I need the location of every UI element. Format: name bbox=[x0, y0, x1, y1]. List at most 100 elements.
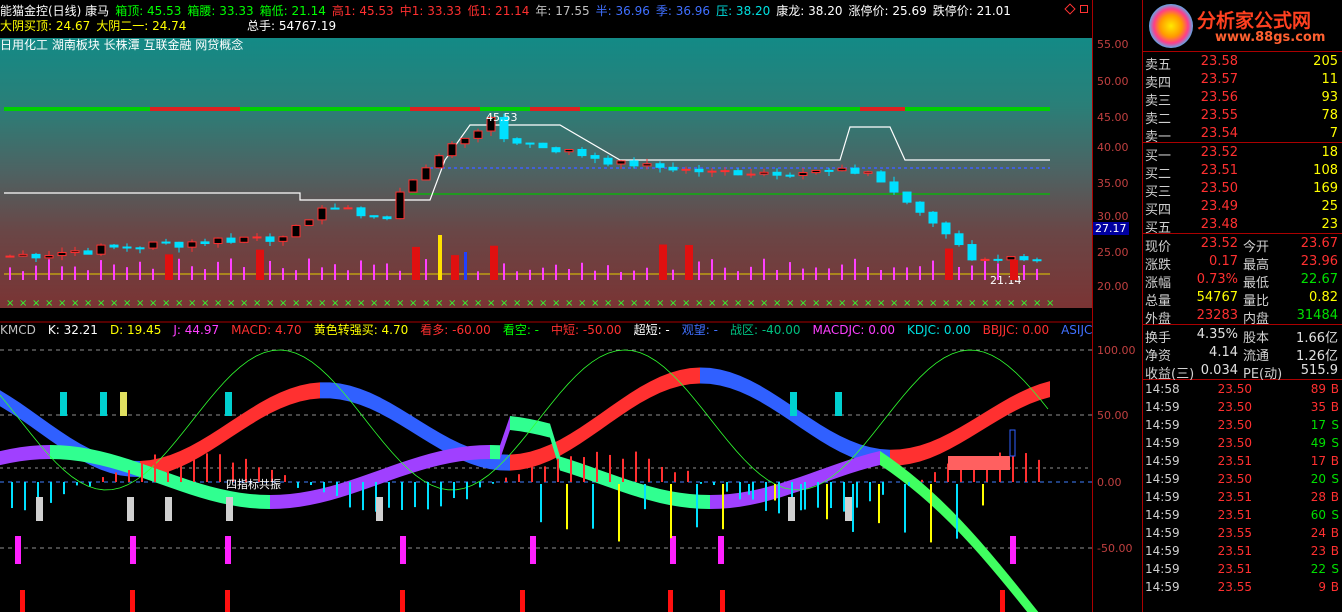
candle-body bbox=[1019, 256, 1029, 261]
volume-bar bbox=[412, 246, 420, 280]
tick-time: 14:59 bbox=[1145, 526, 1180, 540]
tick-row[interactable]: 14:59 23.55 9 B bbox=[1143, 578, 1342, 596]
order-row[interactable]: 卖一 23.54 7 bbox=[1143, 124, 1342, 145]
order-volume: 93 bbox=[1321, 90, 1338, 105]
macd-band bbox=[0, 448, 10, 466]
macd-bar bbox=[50, 482, 52, 503]
x-mark: × bbox=[929, 298, 937, 309]
indicator-value: 战区: -40.00 bbox=[729, 323, 801, 337]
candle-body bbox=[109, 244, 119, 248]
kd-band bbox=[600, 407, 610, 431]
macd-band bbox=[30, 445, 40, 461]
x-mark: × bbox=[396, 298, 404, 309]
kd-band bbox=[520, 451, 530, 470]
macd-bar bbox=[336, 482, 338, 497]
kd-band bbox=[810, 418, 820, 441]
tick-row[interactable]: 14:59 23.50 35 B bbox=[1143, 398, 1342, 416]
kd-band bbox=[500, 454, 510, 471]
volume-bar bbox=[334, 264, 336, 280]
order-row[interactable]: 卖三 23.56 93 bbox=[1143, 88, 1342, 109]
candle-body bbox=[161, 241, 171, 244]
macd-bar bbox=[609, 454, 611, 482]
order-row[interactable]: 买五 23.48 23 bbox=[1143, 215, 1342, 236]
candle-body bbox=[525, 142, 535, 145]
x-mark: × bbox=[526, 298, 534, 309]
tick-row[interactable]: 14:58 23.50 89 B bbox=[1143, 380, 1342, 398]
order-row[interactable]: 买三 23.50 169 bbox=[1143, 179, 1342, 200]
square-icon[interactable] bbox=[1080, 5, 1088, 13]
tick-row[interactable]: 14:59 23.55 24 B bbox=[1143, 524, 1342, 542]
tick-row[interactable]: 14:59 23.51 17 B bbox=[1143, 452, 1342, 470]
signal-marker bbox=[100, 392, 107, 416]
tick-time: 14:59 bbox=[1145, 418, 1180, 432]
candle-body bbox=[5, 255, 15, 258]
volume-bar bbox=[295, 270, 297, 280]
candle-body bbox=[239, 236, 249, 243]
x-mark: × bbox=[461, 298, 469, 309]
candle-body bbox=[629, 160, 639, 167]
signal-stick bbox=[800, 484, 802, 511]
box-line bbox=[150, 107, 240, 111]
macd-bar bbox=[167, 455, 169, 482]
volume-bar bbox=[880, 269, 882, 280]
x-mark: × bbox=[994, 298, 1002, 309]
tick-row[interactable]: 14:59 23.50 17 S bbox=[1143, 416, 1342, 434]
tick-row[interactable]: 14:59 23.51 22 S bbox=[1143, 560, 1342, 578]
tick-price: 23.50 bbox=[1217, 472, 1252, 486]
order-row[interactable]: 买一 23.52 18 bbox=[1143, 143, 1342, 164]
macd-bar bbox=[518, 474, 520, 482]
candle-body bbox=[824, 169, 834, 172]
volume-bar bbox=[360, 260, 362, 280]
logo-url: www.88gs.com bbox=[1215, 30, 1326, 45]
macd-band bbox=[450, 447, 460, 463]
x-mark: × bbox=[318, 298, 326, 309]
tick-price: 23.55 bbox=[1217, 580, 1252, 594]
volume-bar bbox=[100, 260, 102, 280]
volume-bar bbox=[321, 267, 323, 280]
tick-row[interactable]: 14:59 23.51 23 B bbox=[1143, 542, 1342, 560]
candle-body bbox=[447, 143, 457, 157]
order-row[interactable]: 卖五 23.58 205 bbox=[1143, 52, 1342, 73]
box-line bbox=[580, 107, 860, 111]
tick-row[interactable]: 14:59 23.51 28 B bbox=[1143, 488, 1342, 506]
stat-value: 23.67 bbox=[1300, 236, 1338, 251]
macd-band bbox=[390, 462, 400, 481]
header-value: 箱顶: 45.53 bbox=[115, 4, 182, 18]
order-row[interactable]: 卖四 23.57 11 bbox=[1143, 70, 1342, 91]
macd-bar bbox=[765, 482, 767, 511]
volume-bar bbox=[893, 267, 895, 280]
order-row[interactable]: 买二 23.51 108 bbox=[1143, 161, 1342, 182]
indicator-value: 中短: -50.00 bbox=[551, 323, 622, 337]
tick-volume: 28 bbox=[1310, 490, 1326, 504]
order-row[interactable]: 买四 23.49 25 bbox=[1143, 197, 1342, 218]
tick-side: S bbox=[1331, 562, 1339, 576]
tick-row[interactable]: 14:59 23.50 20 S bbox=[1143, 470, 1342, 488]
kd-band bbox=[980, 409, 990, 432]
order-volume: 25 bbox=[1321, 199, 1338, 214]
x-mark: × bbox=[279, 298, 287, 309]
order-row[interactable]: 卖二 23.55 78 bbox=[1143, 106, 1342, 127]
volume-bar bbox=[542, 267, 544, 280]
order-price: 23.48 bbox=[1200, 217, 1238, 232]
volume-bar bbox=[48, 259, 50, 280]
x-mark: × bbox=[123, 298, 131, 309]
tick-row[interactable]: 14:59 23.51 60 S bbox=[1143, 506, 1342, 524]
volume-bar bbox=[269, 260, 271, 280]
candle-body bbox=[122, 246, 132, 249]
candle-body bbox=[473, 130, 483, 139]
tick-side: S bbox=[1331, 508, 1339, 522]
volume-bar bbox=[126, 267, 128, 280]
order-price: 23.49 bbox=[1200, 199, 1238, 214]
x-mark: × bbox=[19, 298, 27, 309]
macd-bar bbox=[362, 482, 364, 511]
tick-row[interactable]: 14:59 23.50 49 S bbox=[1143, 434, 1342, 452]
macd-bar bbox=[349, 482, 351, 508]
macd-bar bbox=[219, 454, 221, 482]
kd-band bbox=[960, 421, 970, 444]
macd-bar bbox=[440, 482, 442, 507]
macd-band bbox=[20, 446, 30, 462]
tick-list[interactable]: 14:58 23.50 89 B 14:59 23.50 35 B 14:59 23.50 17 S 1… bbox=[1143, 379, 1342, 596]
chart-canvas[interactable]: × × × × × × × × × × × × × × × × × × × × × × × × × × × × × × × × × × × × × × × ×… bbox=[0, 0, 1092, 612]
kd-band bbox=[1040, 381, 1050, 400]
volume-bar bbox=[802, 268, 804, 280]
